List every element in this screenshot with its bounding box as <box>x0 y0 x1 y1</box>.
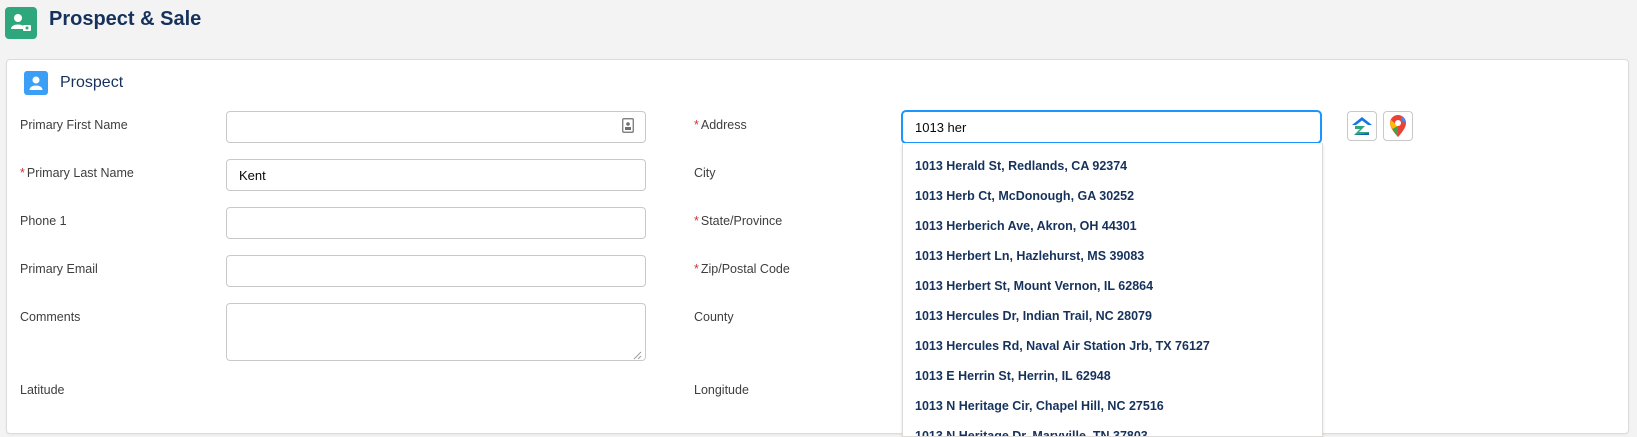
required-marker: * <box>694 118 699 132</box>
google-maps-pin-icon <box>1390 115 1406 137</box>
primary-email-label: Primary Email <box>20 262 98 276</box>
county-label: County <box>694 310 734 324</box>
latitude-label: Latitude <box>20 383 65 397</box>
zip-postal-code-label: * Zip/Postal Code <box>694 262 790 276</box>
city-label: City <box>694 166 716 180</box>
comments-label: Comments <box>20 310 81 324</box>
required-marker: * <box>20 166 25 180</box>
card-title: Prospect <box>60 74 124 91</box>
address-suggestion[interactable]: 1013 Herbert St, Mount Vernon, IL 62864 <box>903 271 1322 301</box>
address-suggestion[interactable]: 1013 Herald St, Redlands, CA 92374 <box>903 151 1322 181</box>
zip-postal-code-label-text: Zip/Postal Code <box>700 262 790 276</box>
address-suggestion[interactable]: 1013 Herbert Ln, Hazlehurst, MS 39083 <box>903 241 1322 271</box>
google-maps-button[interactable] <box>1383 111 1413 141</box>
phone-1-label: Phone 1 <box>20 214 67 228</box>
zillow-icon <box>1352 117 1372 135</box>
address-suggestion[interactable]: 1013 N Heritage Dr, Maryville, TN 37803 <box>903 421 1322 436</box>
phone-1-input[interactable] <box>226 207 646 239</box>
comments-textarea[interactable] <box>226 303 646 361</box>
address-input[interactable] <box>902 111 1321 143</box>
state-province-label: * State/Province <box>694 214 782 228</box>
address-suggestions-dropdown: 1013 Herald St, Redlands, CA 92374 1013 … <box>902 143 1323 437</box>
address-label-text: Address <box>700 118 747 132</box>
address-suggestion[interactable]: 1013 E Herrin St, Herrin, IL 62948 <box>903 361 1322 391</box>
required-marker: * <box>694 262 699 276</box>
address-suggestion[interactable]: 1013 N Heritage Cir, Chapel Hill, NC 275… <box>903 391 1322 421</box>
primary-first-name-label: Primary First Name <box>20 118 128 132</box>
page-title: Prospect & Sale <box>49 8 202 30</box>
address-suggestion[interactable]: 1013 Herb Ct, McDonough, GA 30252 <box>903 181 1322 211</box>
longitude-label: Longitude <box>694 383 749 397</box>
address-label: * Address <box>694 118 747 132</box>
zillow-button[interactable] <box>1347 111 1377 141</box>
address-suggestion[interactable]: 1013 Hercules Dr, Indian Trail, NC 28079 <box>903 301 1322 331</box>
page-header: Prospect & Sale <box>0 0 1637 50</box>
primary-email-input[interactable] <box>226 255 646 287</box>
required-marker: * <box>694 214 699 228</box>
address-suggestion[interactable]: 1013 Hercules Rd, Naval Air Station Jrb,… <box>903 331 1322 361</box>
person-icon <box>24 71 48 95</box>
primary-last-name-input[interactable] <box>226 159 646 191</box>
address-suggestion[interactable]: 1013 Herberich Ave, Akron, OH 44301 <box>903 211 1322 241</box>
state-province-label-text: State/Province <box>700 214 783 228</box>
primary-last-name-label-text: Primary Last Name <box>26 166 134 180</box>
primary-first-name-input[interactable] <box>226 111 646 143</box>
contact-card-icon[interactable] <box>622 118 634 133</box>
primary-last-name-label: * Primary Last Name <box>20 166 134 180</box>
resize-grip-icon[interactable] <box>632 350 642 360</box>
contact-sale-icon <box>5 7 37 39</box>
